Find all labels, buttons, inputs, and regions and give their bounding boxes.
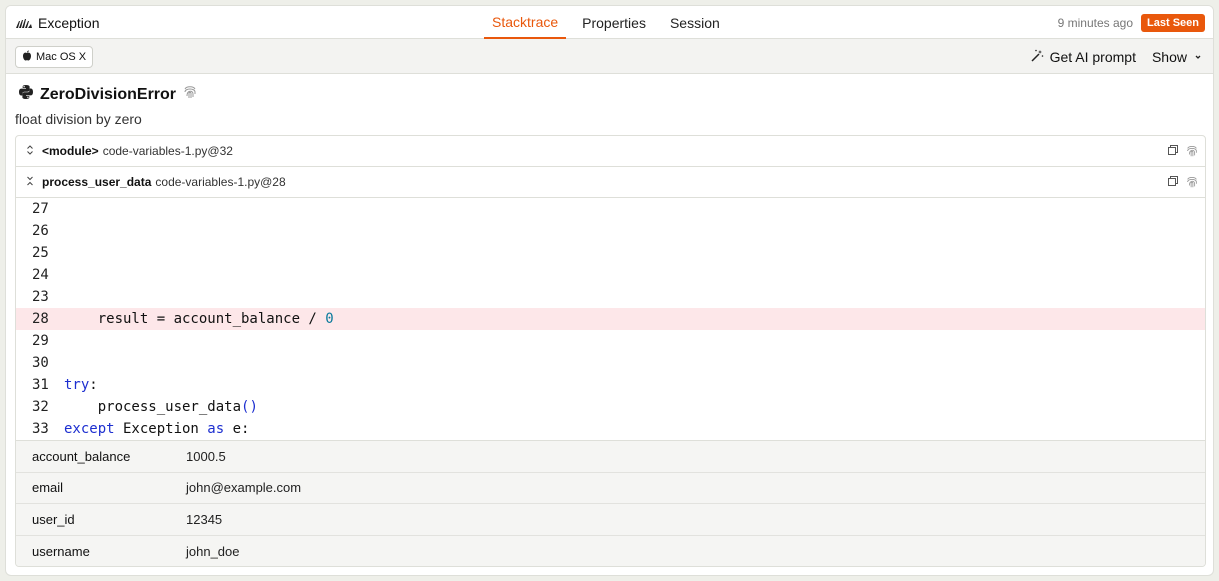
variable-value: 12345 xyxy=(186,511,223,527)
header-title-text: Exception xyxy=(38,14,100,31)
get-ai-prompt-button[interactable]: Get AI prompt xyxy=(1031,49,1136,65)
last-seen-badge: Last Seen xyxy=(1141,13,1205,32)
variables-table: account_balance 1000.5 email john@exampl… xyxy=(16,441,1205,566)
toolbar-actions: Get AI prompt Show xyxy=(1031,39,1203,74)
stacktrace-frames: <module> code-variables-1.py@32 process_… xyxy=(15,135,1206,567)
code-text: result = account_balance / 0 xyxy=(64,311,334,327)
variable-row: user_id 12345 xyxy=(16,504,1205,536)
tab-session[interactable]: Session xyxy=(662,6,728,39)
code-text: except Exception as e: xyxy=(64,421,250,437)
line-number: 28 xyxy=(32,311,49,327)
code-line: 25 xyxy=(16,242,1205,264)
fingerprint-icon[interactable] xyxy=(182,84,198,105)
code-line: 24 xyxy=(16,264,1205,286)
line-number: 25 xyxy=(32,245,49,261)
python-icon xyxy=(18,84,34,105)
line-number: 23 xyxy=(32,289,49,305)
line-number: 32 xyxy=(32,399,49,415)
code-line: 33 except Exception as e: xyxy=(16,418,1205,440)
toolbar: Mac OS X Get AI prompt Show xyxy=(6,39,1213,74)
code-text: process_user_data() xyxy=(64,399,258,415)
error-type: ZeroDivisionError xyxy=(18,84,198,105)
code-line: 23 xyxy=(16,286,1205,308)
variable-value: 1000.5 xyxy=(186,448,226,464)
fingerprint-icon[interactable] xyxy=(1185,175,1199,192)
apple-icon xyxy=(22,50,32,64)
variable-value: john_doe xyxy=(186,543,240,559)
magic-wand-icon xyxy=(1031,49,1044,65)
line-number: 24 xyxy=(32,267,49,283)
show-label: Show xyxy=(1151,48,1187,65)
line-number: 26 xyxy=(32,223,49,239)
variable-name: user_id xyxy=(32,511,75,527)
variable-row: email john@example.com xyxy=(16,472,1205,504)
error-type-text: ZeroDivisionError xyxy=(40,85,177,103)
chevron-down-icon xyxy=(1193,49,1203,65)
os-chip[interactable]: Mac OS X xyxy=(15,46,94,68)
line-number: 30 xyxy=(32,355,49,371)
code-line-error: 28 result = account_balance / 0 xyxy=(16,308,1205,330)
header-meta: 9 minutes ago Last Seen xyxy=(1058,6,1205,39)
header-title: Exception xyxy=(16,6,99,39)
exception-card: Exception Stacktrace Properties Session … xyxy=(5,5,1214,576)
code-context: 27 26 25 24 23 28 result = account_balan… xyxy=(16,198,1205,441)
fingerprint-icon[interactable] xyxy=(1185,144,1199,161)
code-line: 32 process_user_data() xyxy=(16,396,1205,418)
collapse-icon[interactable] xyxy=(26,175,34,189)
tab-bar: Stacktrace Properties Session xyxy=(484,6,736,39)
last-seen-time: 9 minutes ago xyxy=(1057,15,1134,30)
line-number: 31 xyxy=(32,377,49,393)
line-number: 27 xyxy=(32,201,49,217)
code-text: try: xyxy=(64,377,98,393)
code-line: 26 xyxy=(16,220,1205,242)
show-dropdown[interactable]: Show xyxy=(1152,49,1203,65)
os-label: Mac OS X xyxy=(36,51,87,63)
frame-function: <module> xyxy=(42,144,99,158)
code-line: 30 xyxy=(16,352,1205,374)
variable-row: username john_doe xyxy=(16,535,1205,566)
copy-icon[interactable] xyxy=(1167,175,1179,192)
code-line: 27 xyxy=(16,198,1205,220)
frame-row-module[interactable]: <module> code-variables-1.py@32 xyxy=(16,136,1205,167)
tab-properties[interactable]: Properties xyxy=(574,6,654,39)
error-message: float division by zero xyxy=(15,111,142,127)
variable-name: email xyxy=(32,480,64,496)
code-line: 31 try: xyxy=(16,374,1205,396)
variable-name: account_balance xyxy=(32,448,131,464)
exception-header: Exception Stacktrace Properties Session … xyxy=(6,6,1213,39)
copy-icon[interactable] xyxy=(1167,144,1179,161)
code-line: 29 xyxy=(16,330,1205,352)
hedgehog-logo-icon xyxy=(16,15,32,31)
line-number: 33 xyxy=(32,421,49,437)
frame-function: process_user_data xyxy=(42,175,152,189)
frame-row-process-user-data[interactable]: process_user_data code-variables-1.py@28 xyxy=(16,167,1205,198)
tab-stacktrace[interactable]: Stacktrace xyxy=(484,6,567,39)
line-number: 29 xyxy=(32,333,49,349)
variable-name: username xyxy=(32,543,90,559)
variable-value: john@example.com xyxy=(186,480,302,496)
frame-actions xyxy=(1167,144,1199,161)
frame-location: code-variables-1.py@32 xyxy=(102,144,233,158)
frame-actions xyxy=(1167,175,1199,192)
variable-row: account_balance 1000.5 xyxy=(16,441,1205,473)
expand-icon[interactable] xyxy=(26,144,34,158)
get-ai-prompt-label: Get AI prompt xyxy=(1049,48,1136,65)
frame-location: code-variables-1.py@28 xyxy=(155,175,286,189)
